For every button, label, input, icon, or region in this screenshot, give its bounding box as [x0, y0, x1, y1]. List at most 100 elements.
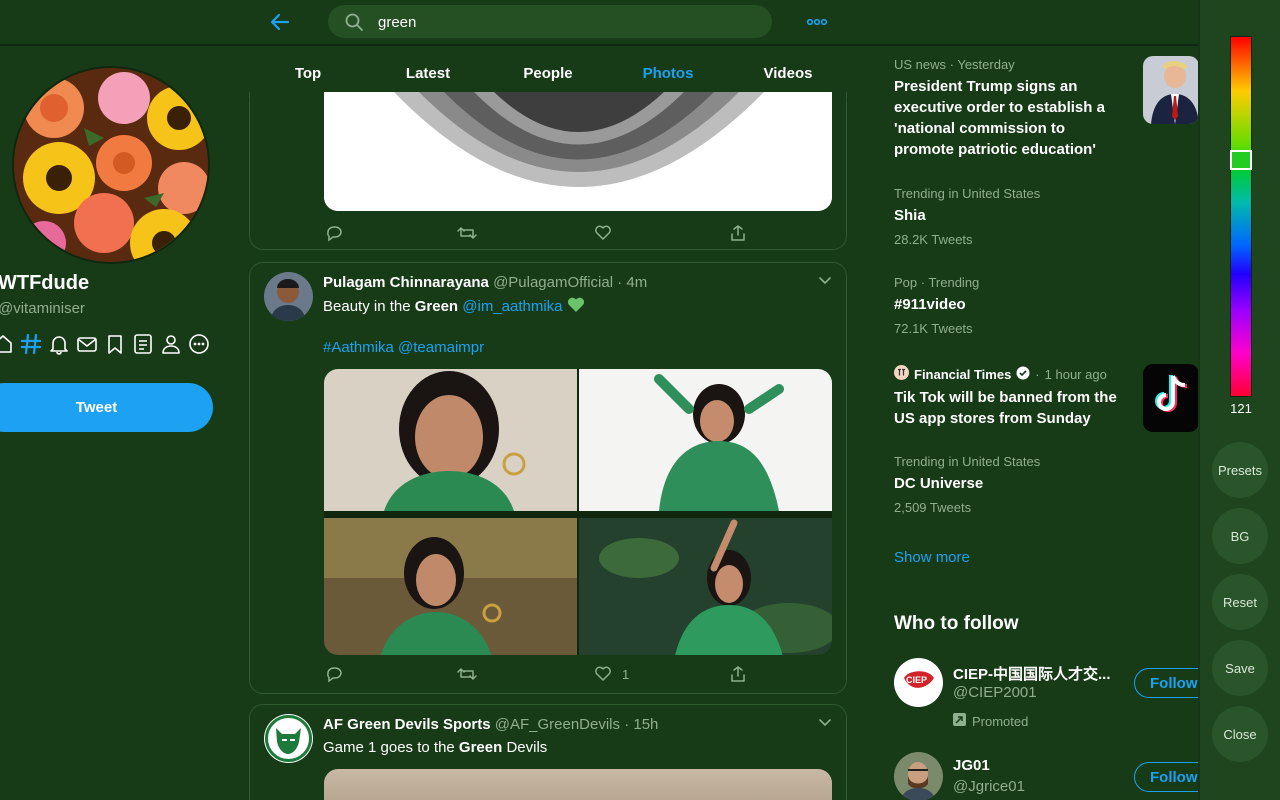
trend-count: 72.1K Tweets [894, 321, 973, 336]
tweet-photo[interactable] [579, 369, 832, 516]
more-circle-icon[interactable] [188, 333, 210, 355]
tweet-text: Beauty in the Green @im_aathmika [323, 297, 585, 315]
follow-suggestion-avatar[interactable]: CIEP [894, 658, 943, 707]
verified-badge-icon [1016, 366, 1030, 383]
tweet-time[interactable]: 4m [626, 274, 647, 291]
profile-avatar[interactable] [12, 66, 210, 264]
home-icon[interactable] [0, 333, 14, 355]
bg-button[interactable]: BG [1212, 508, 1268, 564]
color-picker-panel: 121 Presets BG Reset Save Close [1198, 0, 1280, 800]
tweet-author-handle[interactable]: @PulagamOfficial [493, 274, 613, 291]
lists-icon[interactable] [132, 333, 154, 355]
follow-suggestion-name[interactable]: JG01 [953, 757, 990, 774]
trend-meta: Financial Times · 1 hour ago [894, 365, 1130, 383]
trend-title: Shia [894, 207, 926, 224]
hue-slider-handle[interactable] [1230, 150, 1252, 170]
who-to-follow-title: Who to follow [894, 613, 1019, 634]
share-icon[interactable] [729, 222, 747, 244]
save-button[interactable]: Save [1212, 640, 1268, 696]
tweet-author-name[interactable]: AF Green Devils Sports [323, 716, 491, 733]
trend-title: Tik Tok will be banned from the US app s… [894, 389, 1117, 427]
reply-icon[interactable] [325, 663, 343, 685]
chevron-down-icon[interactable] [818, 715, 832, 729]
promoted-text: Promoted [972, 713, 1029, 729]
tweet-separator: · [617, 274, 623, 291]
search-box[interactable] [328, 5, 772, 38]
compose-tweet-button[interactable]: Tweet [0, 383, 213, 432]
like-button[interactable]: 1 [594, 663, 629, 685]
tweet-text-highlight: Green [414, 298, 459, 315]
retweet-icon[interactable] [457, 222, 477, 244]
tweet-actions [323, 222, 763, 244]
trend-count: 2,509 Tweets [894, 500, 972, 515]
tweet-actions: 1 [323, 663, 763, 685]
show-more-link[interactable]: Show more [894, 549, 970, 566]
chevron-down-icon[interactable] [818, 273, 832, 287]
tweet-photo[interactable] [324, 369, 577, 516]
search-input[interactable] [378, 11, 758, 33]
messages-envelope-icon[interactable] [76, 333, 98, 355]
tweet-text-part: Devils [502, 739, 548, 756]
tweet-photo[interactable] [579, 518, 832, 655]
follow-suggestion-name[interactable]: CIEP-中国国际人才交... [953, 663, 1111, 684]
tweet-card[interactable] [249, 92, 847, 250]
back-arrow-icon[interactable] [268, 10, 292, 34]
explore-hash-icon[interactable] [20, 333, 42, 355]
trend-item[interactable]: Trending in United States DC Universe 2,… [894, 454, 1040, 515]
follow-suggestion-handle: @Jgrice01 [953, 778, 1025, 795]
trend-meta: Trending in United States [894, 186, 1041, 201]
more-options-icon[interactable] [805, 12, 829, 32]
reply-icon[interactable] [325, 222, 343, 244]
retweet-icon[interactable] [457, 663, 477, 685]
green-heart-icon [567, 297, 585, 315]
search-icon [344, 12, 364, 32]
tweet-text-highlight: Green [458, 739, 503, 756]
promoted-icon [953, 713, 966, 729]
tweet-author-avatar[interactable] [264, 272, 313, 321]
tweet-header: AF Green Devils Sports @AF_GreenDevils ·… [323, 716, 658, 733]
notifications-bell-icon[interactable] [48, 333, 70, 355]
tweet-image[interactable] [324, 769, 832, 800]
like-icon[interactable] [594, 222, 612, 244]
trend-thumbnail[interactable] [1143, 56, 1199, 124]
tweet-card[interactable]: AF Green Devils Sports @AF_GreenDevils ·… [249, 704, 847, 800]
svg-text:CIEP: CIEP [906, 675, 927, 685]
close-button[interactable]: Close [1212, 706, 1268, 762]
like-count: 1 [622, 666, 630, 682]
tweet-card[interactable]: Pulagam Chinnarayana @PulagamOfficial · … [249, 262, 847, 694]
tweet-text-part: Beauty in the [323, 298, 415, 315]
follow-suggestion-avatar[interactable] [894, 752, 943, 800]
profile-name: WTFdude [0, 272, 90, 294]
tweet-time[interactable]: 15h [633, 716, 658, 733]
trend-title: DC Universe [894, 475, 984, 492]
financial-times-logo-icon [894, 365, 909, 383]
tweet-image[interactable] [324, 92, 832, 211]
trend-item[interactable]: Pop · Trending #911video 72.1K Tweets [894, 275, 979, 336]
nav-icon-bar [0, 333, 210, 355]
tweet-author-name[interactable]: Pulagam Chinnarayana [323, 274, 489, 291]
profile-icon[interactable] [160, 333, 182, 355]
trend-item[interactable]: US news · Yesterday President Trump sign… [894, 57, 1126, 160]
profile-handle: @vitaminiser [0, 300, 85, 317]
hue-slider[interactable] [1230, 36, 1252, 397]
presets-button[interactable]: Presets [1212, 442, 1268, 498]
tweet-author-handle[interactable]: @AF_GreenDevils [495, 716, 620, 733]
trend-thumbnail[interactable] [1143, 364, 1199, 432]
trend-item[interactable]: Trending in United States Shia 28.2K Twe… [894, 186, 1040, 247]
trend-separator: · [1035, 366, 1040, 382]
share-icon[interactable] [729, 663, 747, 685]
tweet-header: Pulagam Chinnarayana @PulagamOfficial · … [323, 274, 647, 291]
tweet-separator: · [624, 716, 630, 733]
tweet-hashtags[interactable]: #Aathmika @teamaimpr [323, 339, 484, 356]
tweet-author-avatar[interactable] [264, 714, 313, 763]
bookmarks-icon[interactable] [104, 333, 126, 355]
trend-source: Financial Times [914, 366, 1012, 382]
tweet-photo[interactable] [324, 518, 577, 655]
reset-button[interactable]: Reset [1212, 574, 1268, 630]
trend-meta: US news · Yesterday [894, 57, 1015, 72]
trend-item[interactable]: Financial Times · 1 hour ago Tik Tok wil… [894, 365, 1130, 429]
follow-suggestion-handle: @CIEP2001 [953, 684, 1037, 701]
tweet-mention[interactable]: @im_aathmika [462, 298, 562, 315]
tweet-text-part: Game 1 goes to the [323, 739, 459, 756]
trend-meta: Pop · Trending [894, 275, 980, 290]
